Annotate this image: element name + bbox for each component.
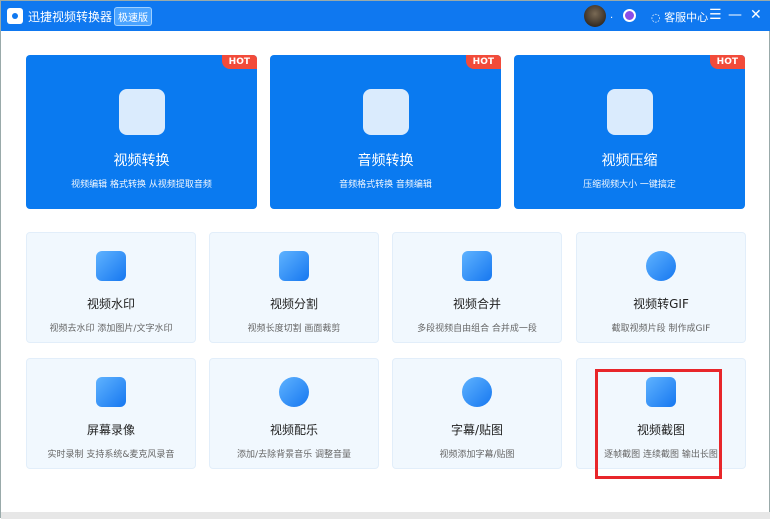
card-subtitle: 截取视频片段 制作成GIF — [611, 324, 711, 334]
customer-service-label: 客服中心 — [664, 11, 709, 24]
vip-icon[interactable] — [623, 9, 636, 22]
card-audio-convert[interactable]: HOT 音频转换 音频格式转换 音频编辑 — [270, 55, 501, 209]
card-subtitle: 视频去水印 添加图片/文字水印 — [49, 324, 173, 334]
card-video-watermark[interactable]: 视频水印 视频去水印 添加图片/文字水印 — [26, 232, 196, 343]
card-video-convert[interactable]: HOT 视频转换 视频编辑 格式转换 从视频提取音频 — [26, 55, 257, 209]
card-video-merge[interactable]: 视频合并 多段视频自由组合 合并成一段 — [392, 232, 562, 343]
card-title: 视频水印 — [86, 297, 135, 311]
card-subtitle-sticker[interactable]: 字幕/贴图 视频添加字幕/贴图 — [392, 358, 562, 469]
music-note-icon — [362, 89, 409, 135]
edition-badge: 极速版 — [114, 7, 152, 26]
card-title: 视频转换 — [113, 153, 170, 169]
highlight-box — [595, 369, 722, 479]
app-title: 迅捷视频转换器 — [28, 10, 113, 24]
card-subtitle: 添加/去除背景音乐 调整音量 — [237, 450, 351, 460]
watermark-icon — [96, 251, 126, 281]
card-subtitle: 视频添加字幕/贴图 — [439, 450, 515, 460]
card-subtitle: 多段视频自由组合 合并成一段 — [417, 324, 537, 334]
hot-badge: HOT — [221, 55, 257, 69]
card-video-split[interactable]: 视频分割 视频长度切割 画面裁剪 — [209, 232, 379, 343]
card-title: 视频压缩 — [601, 153, 658, 169]
card-title: 视频分割 — [269, 297, 318, 311]
card-title: 屏幕录像 — [86, 423, 135, 437]
card-video-music[interactable]: 视频配乐 添加/去除背景音乐 调整音量 — [209, 358, 379, 469]
username[interactable]: . — [610, 10, 613, 21]
card-title: 视频合并 — [452, 297, 501, 311]
card-title: 视频转GIF — [633, 297, 689, 311]
card-subtitle: 压缩视频大小 一键搞定 — [583, 180, 676, 190]
card-title: 字幕/贴图 — [450, 423, 504, 437]
title-bar: 迅捷视频转换器 极速版 . ◌ 客服中心 ☰ — ✕ — [1, 1, 770, 31]
star-text-icon — [462, 377, 492, 407]
hot-badge: HOT — [709, 55, 745, 69]
close-button[interactable]: ✕ — [750, 7, 762, 23]
split-icon — [279, 251, 309, 281]
menu-icon[interactable]: ☰ — [709, 7, 722, 23]
disc-music-icon — [279, 377, 309, 407]
card-video-to-gif[interactable]: 视频转GIF 截取视频片段 制作成GIF — [576, 232, 746, 343]
card-subtitle: 视频编辑 格式转换 从视频提取音频 — [71, 180, 212, 190]
avatar[interactable] — [584, 5, 606, 27]
card-subtitle: 音频格式转换 音频编辑 — [339, 180, 432, 190]
camera-record-icon — [96, 377, 126, 407]
chat-icon: ◌ — [651, 11, 665, 24]
minimize-button[interactable]: — — [728, 7, 742, 23]
customer-service-button[interactable]: ◌ 客服中心 — [651, 9, 708, 25]
card-subtitle: 实时录制 支持系统&麦克风录音 — [47, 450, 175, 460]
gif-icon — [646, 251, 676, 281]
card-title: 视频配乐 — [269, 423, 318, 437]
card-subtitle: 视频长度切割 画面裁剪 — [247, 324, 341, 334]
merge-icon — [462, 251, 492, 281]
compress-icon — [606, 89, 653, 135]
app-logo-icon — [7, 8, 23, 24]
video-convert-icon — [118, 89, 165, 135]
card-screen-record[interactable]: 屏幕录像 实时录制 支持系统&麦克风录音 — [26, 358, 196, 469]
card-title: 音频转换 — [357, 153, 414, 169]
hot-badge: HOT — [465, 55, 501, 69]
card-video-compress[interactable]: HOT 视频压缩 压缩视频大小 一键搞定 — [514, 55, 745, 209]
